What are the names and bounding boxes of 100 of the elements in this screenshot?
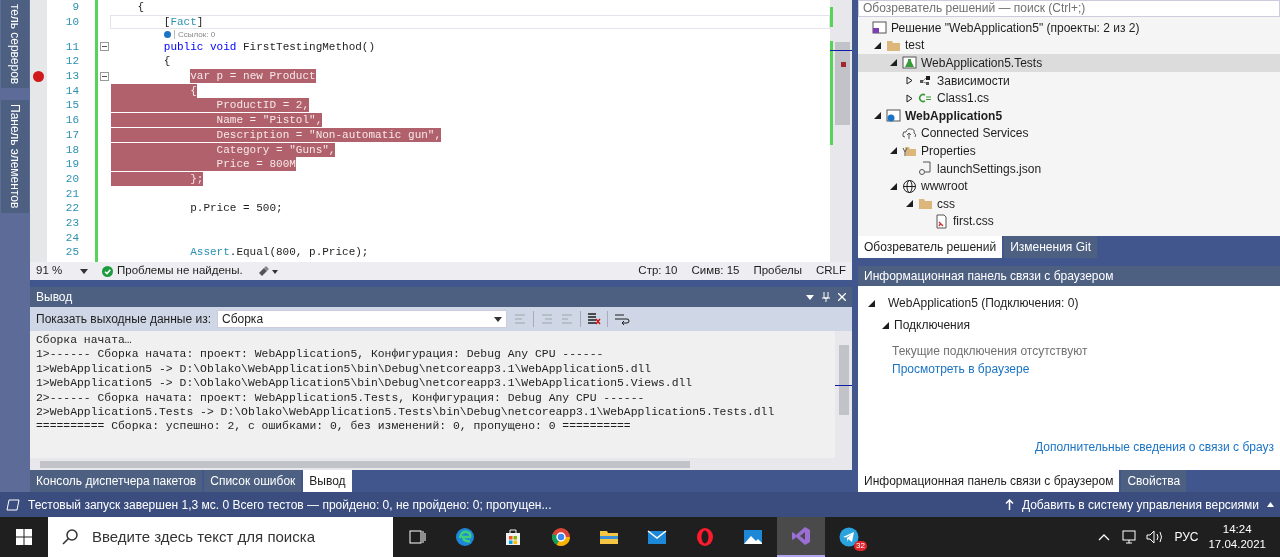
collapsed-arrow-icon[interactable] [905,76,913,86]
web-project-icon [886,108,901,124]
dock-tab[interactable]: тель серверов [1,0,29,89]
file-icon [918,161,933,177]
tree-item[interactable]: Зависимости [858,71,1280,90]
tree-item[interactable]: Подключения [866,314,1274,336]
line-number: 15 [64,98,80,113]
line-number: 21 [64,186,80,201]
panel-tab[interactable]: Консоль диспетчера пакетов [30,470,203,492]
globe-icon [902,178,917,194]
clock-time[interactable]: 14:24 [1222,522,1252,537]
zoom-dropdown[interactable]: 91 % [36,262,88,280]
code-line: Assert.Equal(800, p.Price); [190,245,369,260]
toolbar-icon [560,312,574,326]
output-source-label: Показать выходные данные из: [36,311,211,328]
expanded-arrow-icon[interactable] [867,299,875,307]
search-icon [62,529,78,545]
expanded-arrow-icon[interactable] [889,147,897,155]
word-wrap-icon[interactable] [614,312,630,326]
expanded-arrow-icon[interactable] [881,321,889,329]
tree-item[interactable]: Решение "WebApplication5" (проекты: 2 из 2) [858,19,1280,37]
line-number: 19 [64,157,80,172]
code-editor[interactable] [30,0,830,262]
picture-icon [743,527,763,547]
tree-item[interactable]: WebApplication5.Tests [858,54,1280,72]
panel-tab[interactable]: Свойства [1121,470,1187,492]
scrollbar-thumb[interactable] [40,460,690,468]
tree-item[interactable]: first.css [858,212,1280,231]
line-number: 17 [64,127,80,142]
tree-item[interactable]: launchSettings.json [858,159,1280,178]
horizontal-scrollbar[interactable] [30,458,852,470]
up-arrow-icon[interactable] [1004,499,1014,510]
scrollbar[interactable] [835,331,852,458]
collapse-box-icon[interactable] [99,42,109,52]
line-indicator[interactable]: Стр: 10 [638,262,678,280]
language-indicator[interactable]: РУС [1174,528,1199,546]
panel-title: Информационная панель связи с браузером [864,268,1114,285]
source-control-button[interactable]: Добавить в систему управления версиями [1021,495,1259,514]
line-number: 23 [64,215,80,230]
view-in-browser-link[interactable]: Просмотреть в браузере [892,362,1030,376]
status-message: Тестовый запуск завершен 1,3 мс. 0 Всего тестов — пройдено: 0, не пройдено: 0; пропущен... [28,496,553,514]
scrollbar-thumb[interactable] [839,345,849,415]
expanded-arrow-icon[interactable] [889,182,897,190]
tree-item[interactable]: css [858,194,1280,213]
scrollbar-thumb[interactable] [835,42,850,125]
tree-item[interactable]: wwwroot [858,177,1280,195]
reference-count[interactable]: Ссылок: 0 [174,29,216,39]
more-info-link[interactable]: Дополнительные сведения о связи с брауз [1034,440,1274,454]
tree-item[interactable]: WebApplication5 (Подключения: 0) [866,292,1274,314]
search-field[interactable]: Обозреватель решений — поиск (Ctrl+;) [858,0,1280,17]
panel-tab[interactable]: Информационная панель связи с браузером [858,470,1120,492]
panel-tab[interactable]: Обозреватель решений [858,236,1003,258]
line-number: 12 [64,54,80,69]
taskbar-search-field[interactable]: Введите здесь текст для поиска [48,517,393,557]
panel-tab[interactable]: Изменения Git [1004,236,1097,258]
expanded-arrow-icon[interactable] [905,200,913,208]
tree-item[interactable]: Properties [858,142,1280,160]
flask-icon [902,55,917,71]
issues-status[interactable]: Проблемы не найдены. [117,262,243,280]
network-icon[interactable] [1122,530,1139,544]
collapsed-arrow-icon[interactable] [905,93,913,103]
folder-icon [918,196,933,212]
expanded-arrow-icon[interactable] [873,112,881,120]
dropdown-arrow-icon[interactable] [80,268,88,274]
taskbar-button[interactable]: 32 [825,517,873,557]
tree-item[interactable]: test [858,36,1280,55]
pin-icon[interactable] [822,292,830,302]
clock-date[interactable]: 17.04.2021 [1208,537,1266,552]
clear-all-icon[interactable] [587,312,601,326]
close-icon[interactable] [838,293,846,301]
code-line: public void FirstTestingMethod() [163,39,376,54]
panel-tab[interactable]: Список ошибок [204,470,302,492]
expanded-arrow-icon[interactable] [873,41,881,49]
dropdown-arrow-icon[interactable] [494,316,502,322]
round-logo-icon [551,527,571,547]
scrollbar[interactable] [830,0,852,262]
expanded-arrow-icon[interactable] [889,59,897,67]
tree-item[interactable]: WebApplication5 [858,106,1280,125]
tree-item[interactable]: Class1.cs [858,89,1280,107]
swirl-icon [455,527,475,547]
tree-item[interactable]: Connected Services [858,124,1280,143]
column-indicator[interactable]: Симв: 15 [691,262,740,280]
up-caret-icon[interactable] [1267,502,1274,507]
collapse-box-icon[interactable] [99,71,109,81]
envelope-icon [647,527,667,547]
breakpoint-icon[interactable] [33,70,44,82]
ring-logo-icon [695,527,715,547]
up-chevron-icon[interactable] [1098,533,1111,541]
dropdown-arrow-icon[interactable] [806,294,814,300]
output-source-dropdown[interactable]: Сборка [217,310,507,328]
dock-tab[interactable]: Панель элементов [1,100,29,213]
panel-tab[interactable]: Вывод [303,470,352,492]
line-number: 25 [64,245,80,260]
output-line: 2>WebApplication5.Tests -> D:\Oblako\WebApplication5.Tests\bin\Debug\netcoreapp3.1\WebApplication5.Tests.dll [36,405,775,420]
indentation-indicator[interactable]: Пробелы [753,262,802,280]
line-ending-indicator[interactable]: CRLF [815,262,846,280]
speaker-icon[interactable] [1146,530,1165,544]
css-file-icon [934,213,949,229]
empty-message: Текущие подключения отсутствуют [892,343,1088,360]
caret-position-marker [835,385,852,386]
